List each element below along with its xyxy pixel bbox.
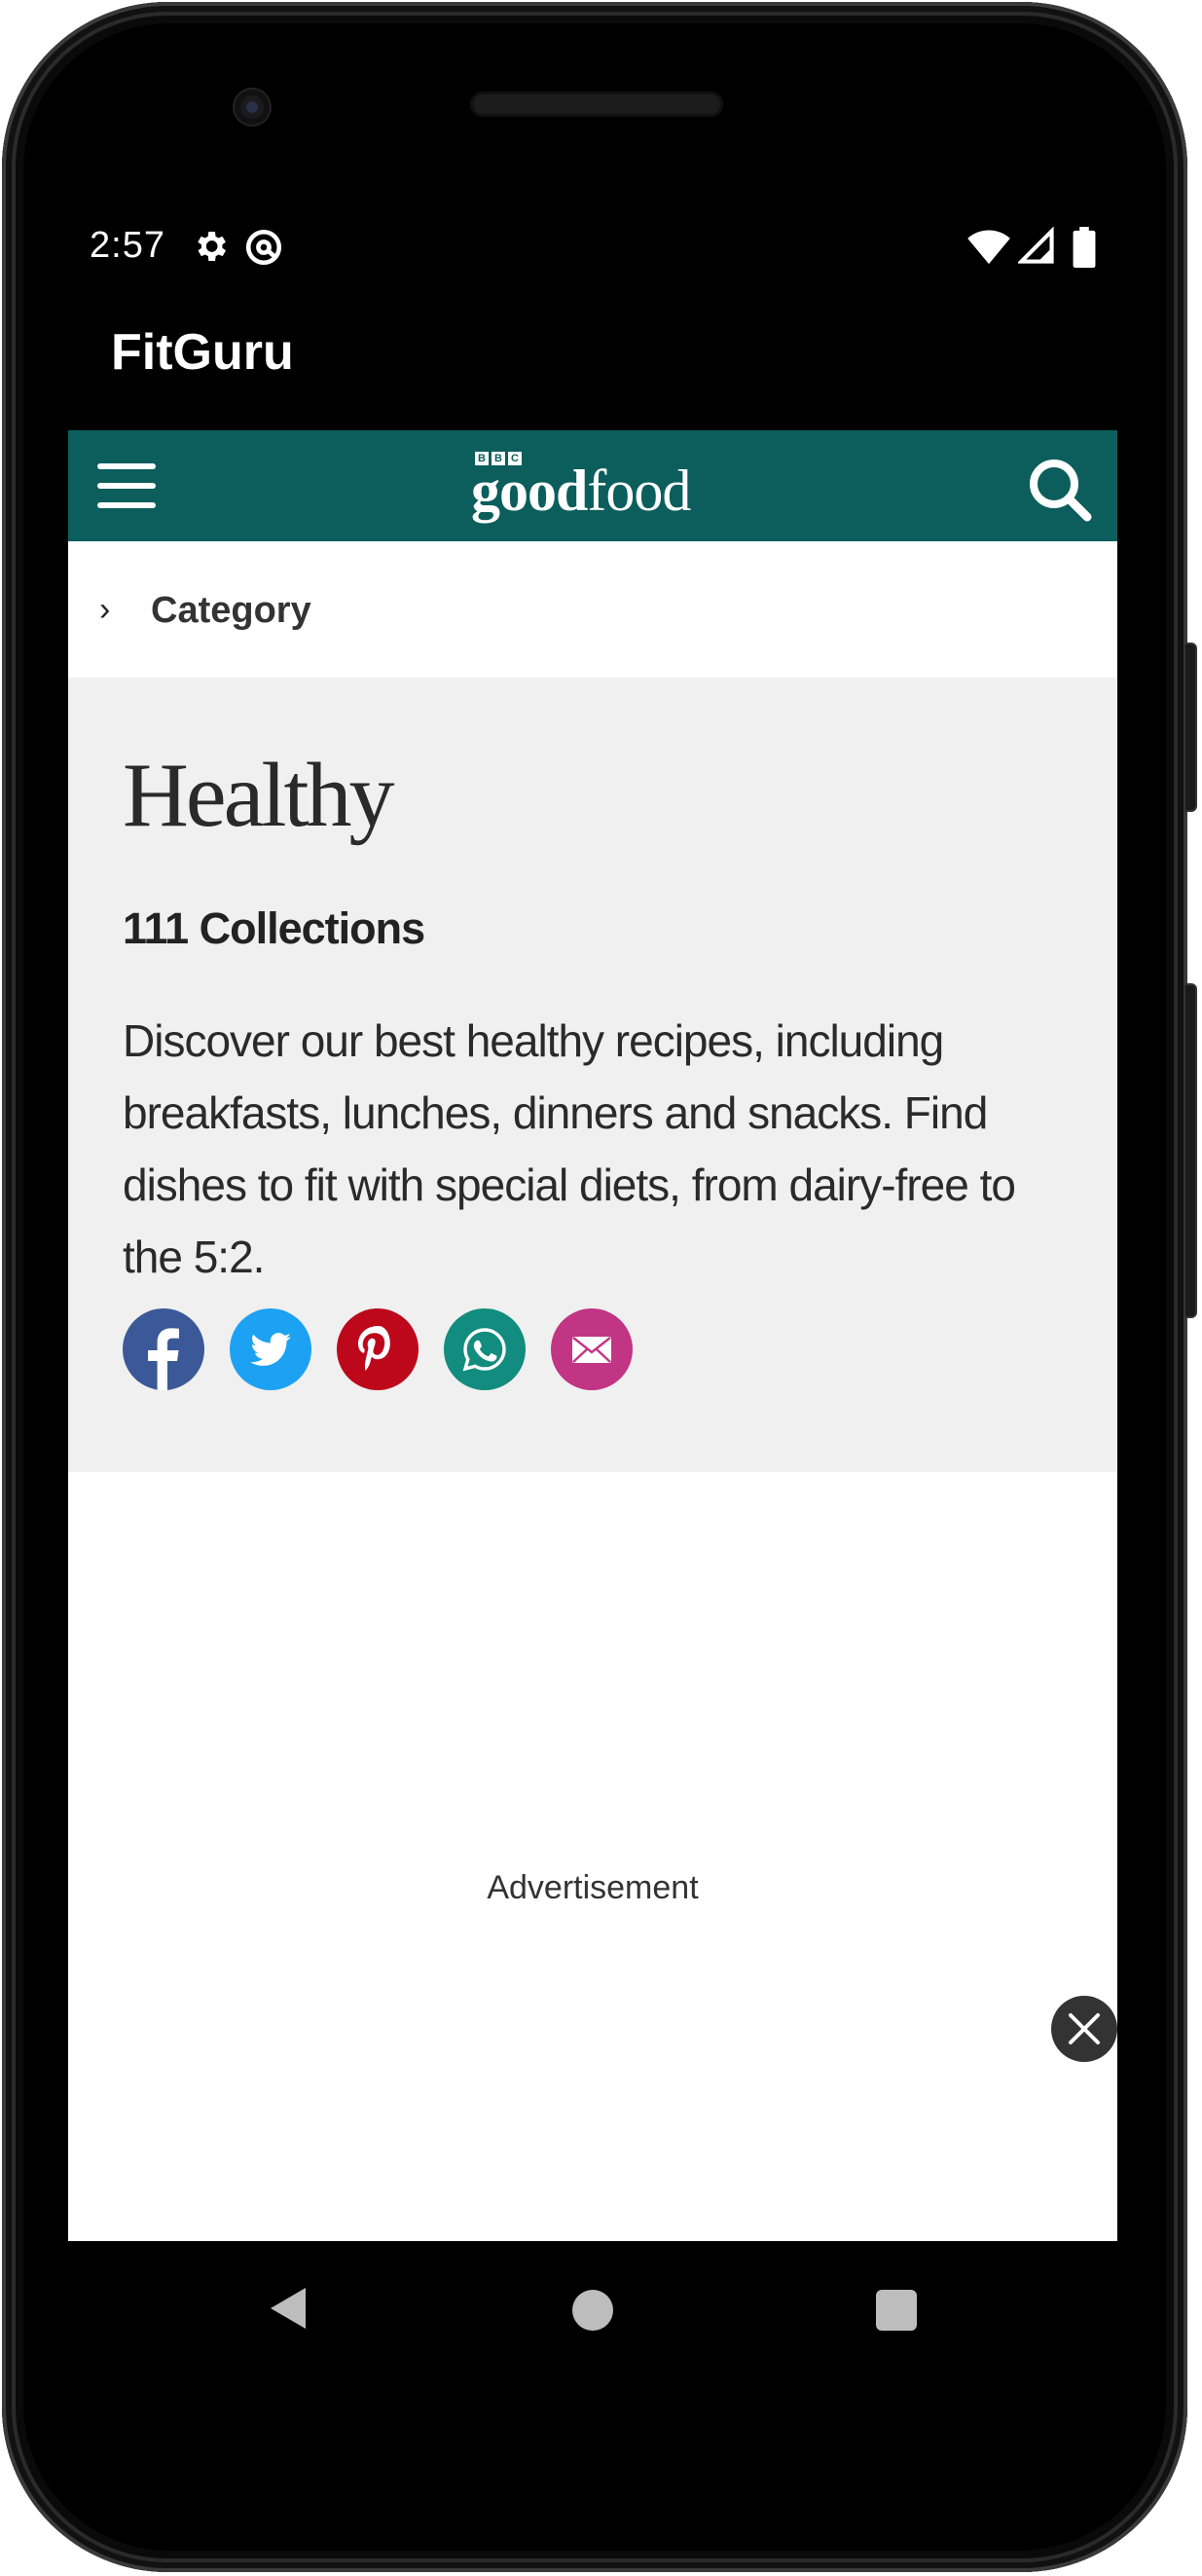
signal-icon <box>1018 227 1054 264</box>
status-time: 2:57 <box>90 225 165 266</box>
back-icon[interactable] <box>265 2284 310 2333</box>
wifi-icon <box>967 230 1010 265</box>
earpiece-speaker <box>470 92 723 117</box>
pinterest-share-button[interactable] <box>337 1308 419 1390</box>
at-sign-icon <box>245 229 282 266</box>
whatsapp-icon <box>462 1328 506 1372</box>
status-bar: 2:57 <box>68 219 1110 274</box>
site-header: B B C goodfood <box>68 430 1117 541</box>
page-title: Healthy <box>123 745 395 846</box>
collections-count: 111 Collections <box>123 903 425 953</box>
close-ad-button[interactable] <box>1051 1996 1117 2062</box>
breadcrumb-label[interactable]: Category <box>151 590 311 632</box>
share-buttons <box>123 1308 633 1390</box>
page-description: Discover our best healthy recipes, inclu… <box>123 1015 1016 1282</box>
recents-icon[interactable] <box>876 2290 917 2331</box>
facebook-icon <box>148 1328 179 1390</box>
logo-wordmark: goodfood <box>471 459 691 523</box>
pinterest-icon <box>358 1326 390 1371</box>
side-button-upper <box>1184 643 1197 812</box>
front-camera <box>235 90 270 125</box>
whatsapp-share-button[interactable] <box>444 1308 526 1390</box>
email-icon <box>572 1337 611 1363</box>
collection-hero: Healthy 111 Collections Discover our bes… <box>68 678 1117 1472</box>
advertisement-label: Advertisement <box>487 1869 699 1906</box>
webview-screen: B B C goodfood › Category Healthy 111 Co… <box>68 430 1117 2241</box>
chevron-right-icon: › <box>99 591 111 628</box>
system-nav-bar <box>68 2241 1117 2377</box>
email-share-button[interactable] <box>551 1308 633 1390</box>
twitter-share-button[interactable] <box>230 1308 311 1390</box>
facebook-share-button[interactable] <box>123 1308 204 1390</box>
menu-icon[interactable] <box>97 458 156 516</box>
home-icon[interactable] <box>572 2290 613 2331</box>
side-button-lower <box>1184 983 1197 1318</box>
settings-icon <box>198 232 226 261</box>
breadcrumb[interactable]: › Category <box>68 541 1117 678</box>
app-title: FitGuru <box>111 324 294 381</box>
battery-icon <box>1073 227 1096 268</box>
bbc-goodfood-logo[interactable]: B B C goodfood <box>471 448 724 526</box>
search-icon[interactable] <box>1026 456 1094 524</box>
close-icon <box>1069 2013 1100 2044</box>
twitter-icon <box>250 1333 291 1366</box>
